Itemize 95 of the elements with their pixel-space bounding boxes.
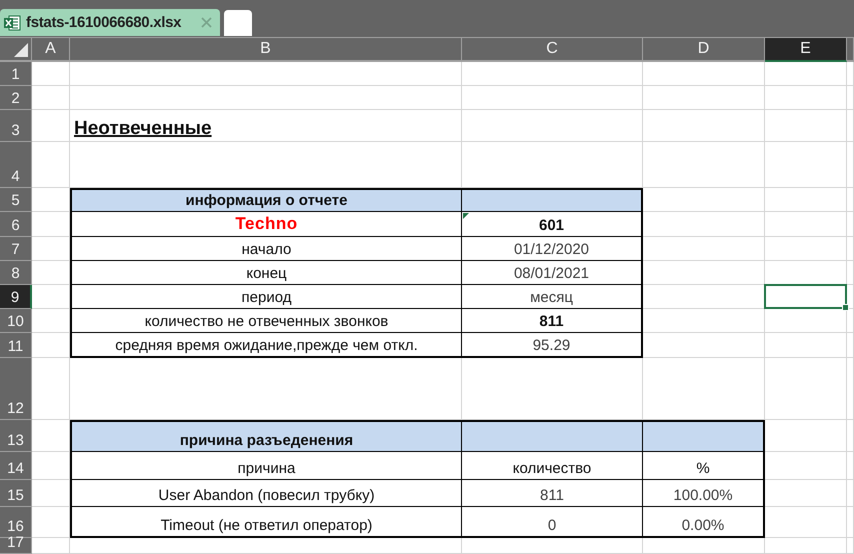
row-header[interactable]: 3: [0, 110, 32, 142]
sheet-cell[interactable]: [847, 110, 854, 142]
selected-cell[interactable]: [764, 284, 847, 309]
sheet-cell[interactable]: [32, 538, 70, 554]
sheet-cell[interactable]: [847, 86, 854, 110]
row-header[interactable]: 13: [0, 420, 32, 452]
close-icon[interactable]: [201, 17, 212, 28]
row-header[interactable]: 7: [0, 237, 32, 261]
sheet-cell[interactable]: [765, 142, 847, 188]
table-cell: 01/12/2020: [462, 237, 643, 261]
table-cell: User Abandon (повесил трубку): [70, 480, 462, 507]
sheet-cell[interactable]: [847, 333, 854, 358]
sheet-cell[interactable]: [32, 86, 70, 110]
sheet-cell[interactable]: [643, 110, 765, 142]
sheet-cell[interactable]: [32, 62, 70, 86]
row-header[interactable]: 16: [0, 507, 32, 538]
row-header[interactable]: 2: [0, 86, 32, 110]
row-header[interactable]: 15: [0, 480, 32, 507]
row-header[interactable]: 12: [0, 358, 32, 420]
sheet-cell[interactable]: [847, 188, 854, 212]
column-header[interactable]: C: [462, 38, 643, 62]
column-header[interactable]: [847, 38, 854, 62]
select-all-icon[interactable]: [14, 43, 28, 57]
row-header[interactable]: 10: [0, 309, 32, 333]
table-cell: конец: [70, 261, 462, 285]
table-header-cell: информация о отчете: [70, 188, 462, 212]
row-header[interactable]: 1: [0, 62, 32, 86]
column-header[interactable]: A: [32, 38, 70, 62]
column-header[interactable]: D: [643, 38, 765, 62]
sheet-cell[interactable]: [765, 212, 847, 237]
sheet-cell[interactable]: [462, 110, 643, 142]
table-cell: средняя время ожидание,прежде чем откл.: [70, 333, 462, 358]
sheet-cell[interactable]: [32, 110, 70, 142]
sheet-cell[interactable]: [847, 507, 854, 538]
sheet-cell[interactable]: [847, 480, 854, 507]
row-header[interactable]: 11: [0, 333, 32, 358]
table-cell: период: [70, 285, 462, 309]
sheet-cell[interactable]: [765, 237, 847, 261]
table-cell: 0.00%: [643, 507, 765, 538]
sheet-cell[interactable]: [643, 142, 765, 188]
column-label-cell: %: [643, 452, 765, 480]
sheet-cell[interactable]: [847, 212, 854, 237]
sheet-cell[interactable]: [765, 333, 847, 358]
sheet-cell[interactable]: [643, 62, 765, 86]
sheet-cell[interactable]: [847, 237, 854, 261]
sheet-cell[interactable]: [847, 261, 854, 285]
sheet-cell[interactable]: [847, 142, 854, 188]
sheet-cell[interactable]: [32, 358, 70, 420]
sheet-cell[interactable]: [462, 86, 643, 110]
table-cell: количество не отвеченных звонков: [70, 309, 462, 333]
table-cell: 601: [462, 212, 643, 237]
column-header[interactable]: B: [70, 38, 462, 62]
row-header[interactable]: 9: [0, 285, 32, 309]
sheet-cell[interactable]: [70, 86, 462, 110]
sheet-cell[interactable]: [847, 538, 854, 554]
row-header[interactable]: 14: [0, 452, 32, 480]
sheet-cell[interactable]: [847, 62, 854, 86]
sheet-cell[interactable]: [70, 62, 462, 86]
sheet-cell[interactable]: [462, 62, 643, 86]
fill-handle[interactable]: [842, 304, 849, 311]
column-header[interactable]: E: [765, 38, 847, 62]
sheet-cell[interactable]: [643, 86, 765, 110]
row-header[interactable]: 8: [0, 261, 32, 285]
sheet-cell[interactable]: [765, 538, 847, 554]
table-cell: Techno: [70, 212, 462, 237]
sheet-cell[interactable]: [70, 110, 462, 142]
sheet-cell[interactable]: [765, 358, 847, 420]
sheet-cell[interactable]: [765, 110, 847, 142]
sheet-cell[interactable]: [847, 420, 854, 452]
table-header-cell: причина разъеденения: [70, 420, 462, 452]
sheet-cell[interactable]: [847, 358, 854, 420]
row-header[interactable]: 17: [0, 538, 32, 554]
table-cell: месяц: [462, 285, 643, 309]
table-cell: 0: [462, 507, 643, 538]
row-header[interactable]: 4: [0, 142, 32, 188]
sheet-cell[interactable]: [765, 188, 847, 212]
sheet-title: Неотвеченные: [74, 118, 212, 140]
table-cell: 100.00%: [643, 480, 765, 507]
table-cell: Timeout (не ответил оператор): [70, 507, 462, 538]
table-cell: 811: [462, 309, 643, 333]
file-tab[interactable]: fstats-1610066680.xlsx: [0, 9, 220, 36]
row-header[interactable]: 6: [0, 212, 32, 237]
table-cell: 811: [462, 480, 643, 507]
table-cell: 08/01/2021: [462, 261, 643, 285]
sheet-cell[interactable]: [847, 452, 854, 480]
table-cell: 95.29: [462, 333, 643, 358]
sheet-cell[interactable]: [32, 142, 70, 188]
sheet-cell[interactable]: [765, 86, 847, 110]
spreadsheet-file-icon: [3, 14, 21, 32]
row-header[interactable]: 5: [0, 188, 32, 212]
table-cell: начало: [70, 237, 462, 261]
column-label-cell: количество: [462, 452, 643, 480]
column-label-cell: причина: [70, 452, 462, 480]
new-tab-button[interactable]: [224, 10, 252, 36]
sheet-cell[interactable]: [765, 62, 847, 86]
